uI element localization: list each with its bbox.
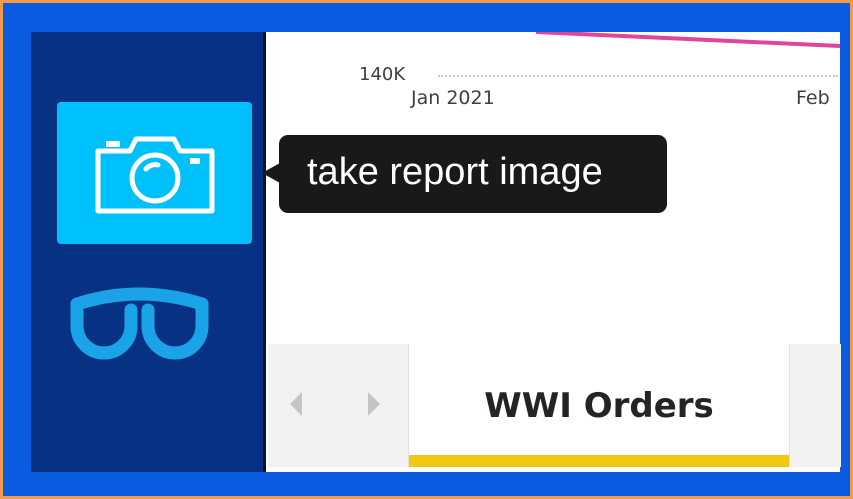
- bottom-strip: [266, 467, 840, 472]
- glasses-icon[interactable]: [67, 286, 212, 364]
- tab-navigation: [268, 344, 409, 467]
- active-tab-indicator: [409, 455, 789, 467]
- sidebar: [31, 32, 263, 472]
- chevron-right-icon[interactable]: [368, 392, 380, 416]
- tooltip-text: take report image: [307, 151, 603, 193]
- tooltip: take report image: [279, 135, 667, 213]
- x-axis-tick-label: Feb: [796, 87, 830, 109]
- y-axis-tick-label: 140K: [359, 64, 406, 85]
- x-axis-tick-label: Jan 2021: [411, 87, 495, 109]
- gridline: [438, 75, 838, 77]
- take-report-image-button[interactable]: [57, 102, 252, 244]
- page-tab-bar: WWI Orders: [268, 344, 841, 467]
- line-series: [535, 32, 840, 48]
- tab-next-partial[interactable]: [789, 344, 841, 467]
- tooltip-arrow: [262, 163, 280, 183]
- chevron-left-icon[interactable]: [290, 392, 302, 416]
- tab-label: WWI Orders: [484, 386, 714, 426]
- tab-wwi-orders[interactable]: WWI Orders: [409, 344, 789, 467]
- camera-icon: [95, 136, 214, 214]
